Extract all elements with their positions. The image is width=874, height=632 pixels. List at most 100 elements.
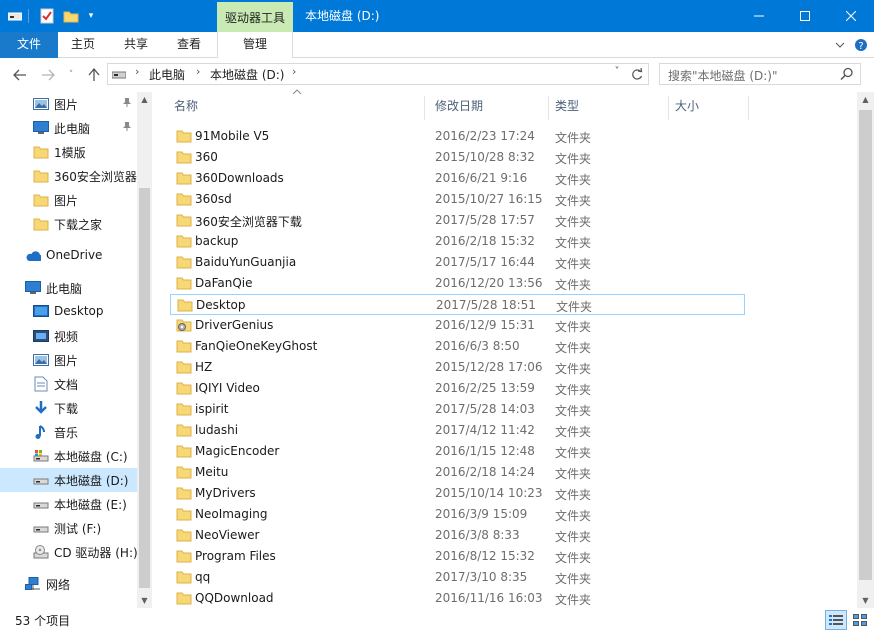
nav-item[interactable]: OneDrive xyxy=(0,244,139,268)
file-name: BaiduYunGuanjia xyxy=(195,255,297,269)
nav-item[interactable]: 360安全浏览器 xyxy=(0,164,139,188)
nav-item[interactable]: 此电脑 xyxy=(0,276,139,300)
nav-item[interactable]: 图片 xyxy=(0,188,139,212)
expand-ribbon-icon[interactable] xyxy=(832,32,848,58)
file-date: 2016/6/21 9:16 xyxy=(435,171,528,185)
column-date-modified[interactable]: 修改日期 xyxy=(424,92,544,120)
tab-share[interactable]: 共享 xyxy=(110,32,162,58)
file-date: 2016/2/18 15:32 xyxy=(435,234,535,248)
nav-item[interactable]: 本地磁盘 (D:) xyxy=(0,468,139,492)
nav-scrollbar[interactable]: ▲ ▼ xyxy=(137,92,152,608)
chevron-right-icon[interactable]: › xyxy=(135,65,139,78)
pictures-icon xyxy=(33,352,49,368)
nav-item[interactable]: 视频 xyxy=(0,324,139,348)
list-item[interactable]: 360sd 2015/10/27 16:15 文件夹 xyxy=(170,189,745,210)
pin-icon[interactable] xyxy=(122,97,132,110)
nav-item[interactable]: 下载之家 xyxy=(0,212,139,236)
nav-item[interactable]: 下载 xyxy=(0,396,139,420)
nav-item[interactable]: 本地磁盘 (C:) xyxy=(0,444,139,468)
list-item[interactable]: Meitu 2016/2/18 14:24 文件夹 xyxy=(170,462,745,483)
scroll-down-icon[interactable]: ▼ xyxy=(137,593,152,608)
list-item[interactable]: MagicEncoder 2016/1/15 12:48 文件夹 xyxy=(170,441,745,462)
nav-item[interactable]: 图片 xyxy=(0,92,139,116)
up-icon[interactable] xyxy=(84,66,104,84)
list-item[interactable]: IQIYI Video 2016/2/25 13:59 文件夹 xyxy=(170,378,745,399)
folder-icon xyxy=(176,465,192,479)
list-item[interactable]: qq 2017/3/10 8:35 文件夹 xyxy=(170,567,745,588)
breadcrumb-drive-d[interactable]: 本地磁盘 (D:) xyxy=(210,66,284,83)
list-item[interactable]: BaiduYunGuanjia 2017/5/17 16:44 文件夹 xyxy=(170,252,745,273)
nav-item[interactable]: 音乐 xyxy=(0,420,139,444)
nav-item[interactable]: Desktop xyxy=(0,300,139,324)
back-icon[interactable] xyxy=(10,66,30,84)
nav-item[interactable]: 1模版 xyxy=(0,140,139,164)
large-icons-view-icon[interactable] xyxy=(849,610,871,630)
folder-icon xyxy=(176,423,192,437)
scroll-down-icon[interactable]: ▼ xyxy=(858,593,873,608)
recent-locations-icon[interactable]: ˅ xyxy=(64,66,78,84)
list-item[interactable]: NeoImaging 2016/3/9 15:09 文件夹 xyxy=(170,504,745,525)
list-item[interactable]: Desktop 2017/5/28 18:51 文件夹 xyxy=(170,294,745,315)
pin-icon[interactable] xyxy=(122,121,132,134)
gear-folder-icon xyxy=(176,318,192,332)
refresh-icon[interactable] xyxy=(628,66,646,82)
column-type[interactable]: 类型 xyxy=(544,92,664,120)
list-header: 名称 修改日期 类型 大小 xyxy=(163,92,853,120)
list-item[interactable]: 360安全浏览器下载 2017/5/28 17:57 文件夹 xyxy=(170,210,745,231)
nav-item[interactable]: 此电脑 xyxy=(0,116,139,140)
list-scrollbar[interactable]: ▲ ▼ xyxy=(857,92,874,608)
customize-toolbar-icon[interactable]: ▾ xyxy=(82,0,100,32)
nav-scroll-thumb[interactable] xyxy=(139,188,150,588)
list-item[interactable]: backup 2016/2/18 15:32 文件夹 xyxy=(170,231,745,252)
chevron-right-icon[interactable]: › xyxy=(196,65,200,78)
nav-item[interactable]: CD 驱动器 (H:) xyxy=(0,540,139,564)
help-icon[interactable]: ? xyxy=(852,32,870,58)
tab-view[interactable]: 查看 xyxy=(164,32,214,58)
scroll-up-icon[interactable]: ▲ xyxy=(137,92,152,107)
list-item[interactable]: ludashi 2017/4/12 11:42 文件夹 xyxy=(170,420,745,441)
address-history-icon[interactable]: ˅ xyxy=(608,66,626,82)
file-type: 文件夹 xyxy=(555,194,592,208)
details-view-icon[interactable] xyxy=(825,610,847,630)
folder-icon xyxy=(33,192,49,208)
maximize-icon[interactable] xyxy=(782,0,828,32)
list-item[interactable]: 91Mobile V5 2016/2/23 17:24 文件夹 xyxy=(170,126,745,147)
list-item[interactable]: 360 2015/10/28 8:32 文件夹 xyxy=(170,147,745,168)
column-size[interactable]: 大小 xyxy=(664,92,744,120)
list-item[interactable]: Program Files 2016/8/12 15:32 文件夹 xyxy=(170,546,745,567)
list-item[interactable]: DriverGenius 2016/12/9 15:31 文件夹 xyxy=(170,315,745,336)
column-divider[interactable] xyxy=(748,96,749,120)
list-item[interactable]: HZ 2015/12/28 17:06 文件夹 xyxy=(170,357,745,378)
list-item[interactable]: ispirit 2017/5/28 14:03 文件夹 xyxy=(170,399,745,420)
chevron-right-icon[interactable]: › xyxy=(292,65,296,78)
list-item[interactable]: NeoViewer 2016/3/8 8:33 文件夹 xyxy=(170,525,745,546)
list-item[interactable]: 360Downloads 2016/6/21 9:16 文件夹 xyxy=(170,168,745,189)
search-input[interactable]: 搜索"本地磁盘 (D:)" xyxy=(659,63,861,85)
list-item[interactable]: FanQieOneKeyGhost 2016/6/3 8:50 文件夹 xyxy=(170,336,745,357)
nav-item[interactable]: 测试 (F:) xyxy=(0,516,139,540)
nav-item[interactable]: 网络 xyxy=(0,572,139,596)
list-scroll-thumb[interactable] xyxy=(859,110,872,580)
search-icon[interactable] xyxy=(840,67,854,84)
scroll-up-icon[interactable]: ▲ xyxy=(858,92,873,107)
nav-item[interactable]: 本地磁盘 (E:) xyxy=(0,492,139,516)
file-type: 文件夹 xyxy=(556,300,593,314)
minimize-icon[interactable] xyxy=(736,0,782,32)
file-type: 文件夹 xyxy=(555,446,592,460)
list-item[interactable]: DaFanQie 2016/12/20 13:56 文件夹 xyxy=(170,273,745,294)
properties-icon[interactable] xyxy=(36,0,58,32)
breadcrumb-this-pc[interactable]: 此电脑 xyxy=(149,66,185,83)
tab-manage[interactable]: 管理 xyxy=(217,32,293,58)
nav-item[interactable]: 文档 xyxy=(0,372,139,396)
forward-icon[interactable] xyxy=(38,66,58,84)
new-folder-icon[interactable] xyxy=(60,0,82,32)
nav-item[interactable]: 图片 xyxy=(0,348,139,372)
address-bar[interactable]: › 此电脑 › 本地磁盘 (D:) › ˅ xyxy=(107,63,649,85)
list-item[interactable]: MyDrivers 2015/10/14 10:23 文件夹 xyxy=(170,483,745,504)
list-item[interactable]: QQDownload 2016/11/16 16:03 文件夹 xyxy=(170,588,745,609)
close-icon[interactable] xyxy=(828,0,874,32)
tab-home[interactable]: 主页 xyxy=(58,32,108,58)
tab-file[interactable]: 文件 xyxy=(0,32,58,58)
folder-icon xyxy=(176,213,192,227)
file-name: Program Files xyxy=(195,549,276,563)
